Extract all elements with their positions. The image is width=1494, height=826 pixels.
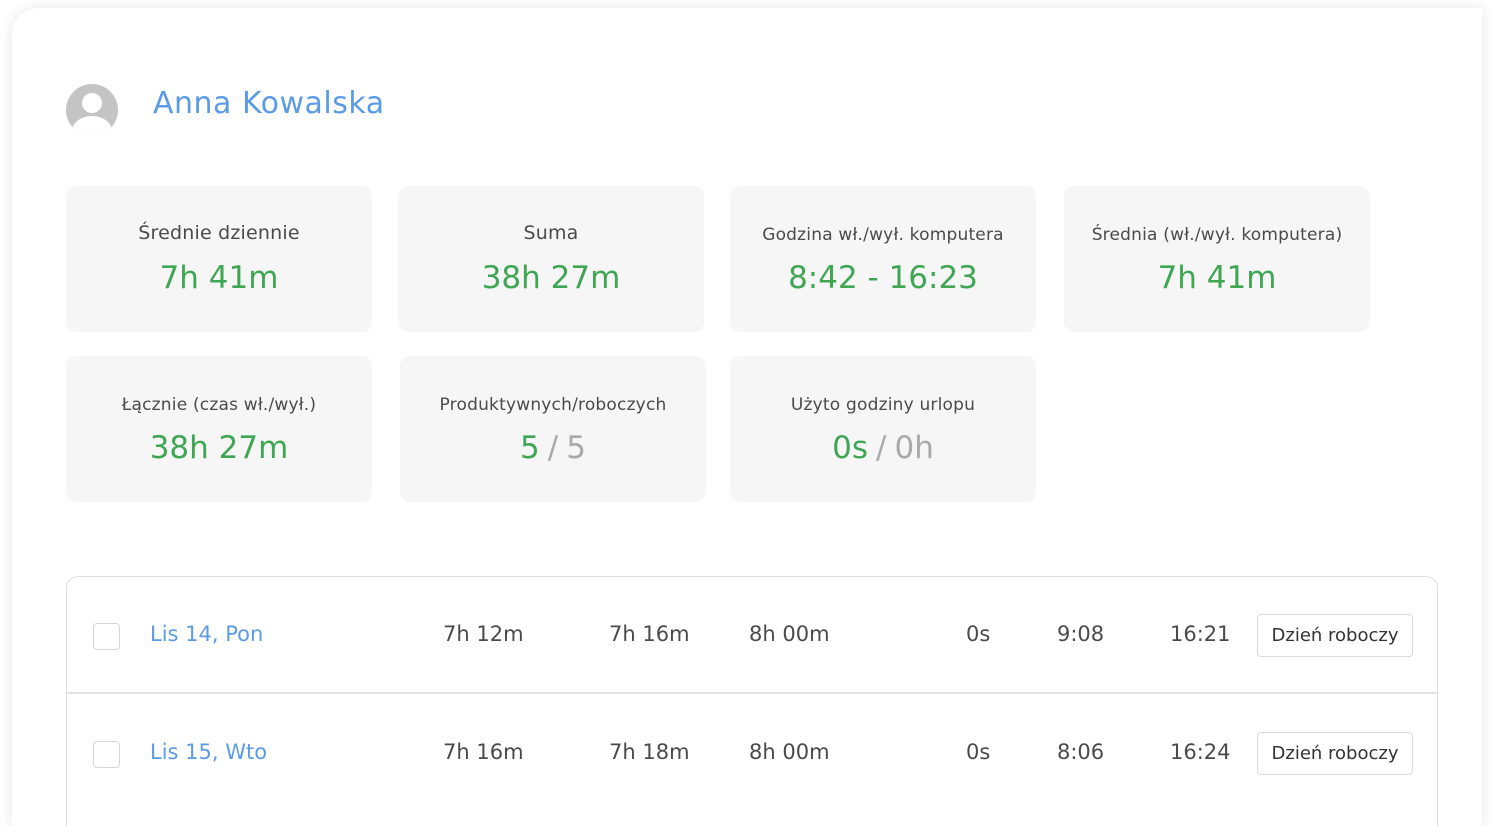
employee-summary-card: Anna Kowalska Średnie dziennie 7h 41m Su… [12,8,1482,826]
row-start-time: 8:06 [1057,740,1105,764]
stat-label: Suma [523,222,579,244]
day-type-button[interactable]: Dzień roboczy [1257,614,1413,657]
stat-label: Godzina wł./wył. komputera [762,225,1004,245]
stat-label: Łącznie (czas wł./wył.) [121,395,317,415]
table-row: Lis 14, Pon 7h 12m 7h 16m 8h 00m 0s 9:08… [67,577,1437,694]
stat-productive-working-days: Produktywnych/roboczych 5/5 [400,356,706,502]
stat-value: 8:42 - 16:23 [788,260,978,296]
row-cell: 7h 16m [609,622,690,646]
stat-value-secondary: 0h [894,430,934,466]
stat-value: 7h 41m [1157,260,1277,296]
stat-vacation-hours-used: Użyto godziny urlopu 0s/0h [730,356,1036,502]
table-row: Lis 15, Wto 7h 16m 7h 18m 8h 00m 0s 8:06… [67,695,1437,812]
row-cell: 7h 16m [443,740,524,764]
user-name-link[interactable]: Anna Kowalska [153,86,385,121]
row-cell: 7h 18m [609,740,690,764]
stat-value: 7h 41m [159,260,279,296]
row-checkbox[interactable] [93,623,120,650]
row-cell: 0s [966,622,991,646]
stat-label: Średnia (wł./wył. komputera) [1091,225,1343,245]
stat-value: 0s/0h [730,430,1036,466]
stat-label: Średnie dziennie [138,222,300,244]
stat-value: 38h 27m [481,260,621,296]
stat-value-separator: / [547,430,559,466]
row-cell: 7h 12m [443,622,524,646]
row-checkbox[interactable] [93,741,120,768]
stat-computer-on-off-hours: Godzina wł./wył. komputera 8:42 - 16:23 [730,186,1036,332]
row-end-time: 16:24 [1170,740,1231,764]
stat-computer-on-off-average: Średnia (wł./wył. komputera) 7h 41m [1064,186,1370,332]
row-cell: 8h 00m [749,622,830,646]
stat-value: 5/5 [400,430,706,466]
daily-records-table: Lis 14, Pon 7h 12m 7h 16m 8h 00m 0s 9:08… [66,576,1438,826]
stat-total-on-off-time: Łącznie (czas wł./wył.) 38h 27m [66,356,372,502]
stat-value-primary: 0s [832,430,869,466]
row-cell: 0s [966,740,991,764]
row-cell: 8h 00m [749,740,830,764]
stat-value-primary: 5 [520,430,540,466]
stat-value: 38h 27m [149,430,289,466]
stat-daily-average: Średnie dziennie 7h 41m [66,186,372,332]
row-end-time: 16:21 [1170,622,1231,646]
stat-value-separator: / [876,430,887,466]
day-type-button[interactable]: Dzień roboczy [1257,732,1413,775]
stat-total: Suma 38h 27m [398,186,704,332]
row-date-link[interactable]: Lis 14, Pon [150,622,263,646]
row-start-time: 9:08 [1057,622,1105,646]
row-date-link[interactable]: Lis 15, Wto [150,740,267,764]
stat-label: Użyto godziny urlopu [790,395,976,415]
stat-label: Produktywnych/roboczych [439,395,667,415]
user-avatar-icon [66,84,118,136]
stat-value-secondary: 5 [566,430,586,466]
